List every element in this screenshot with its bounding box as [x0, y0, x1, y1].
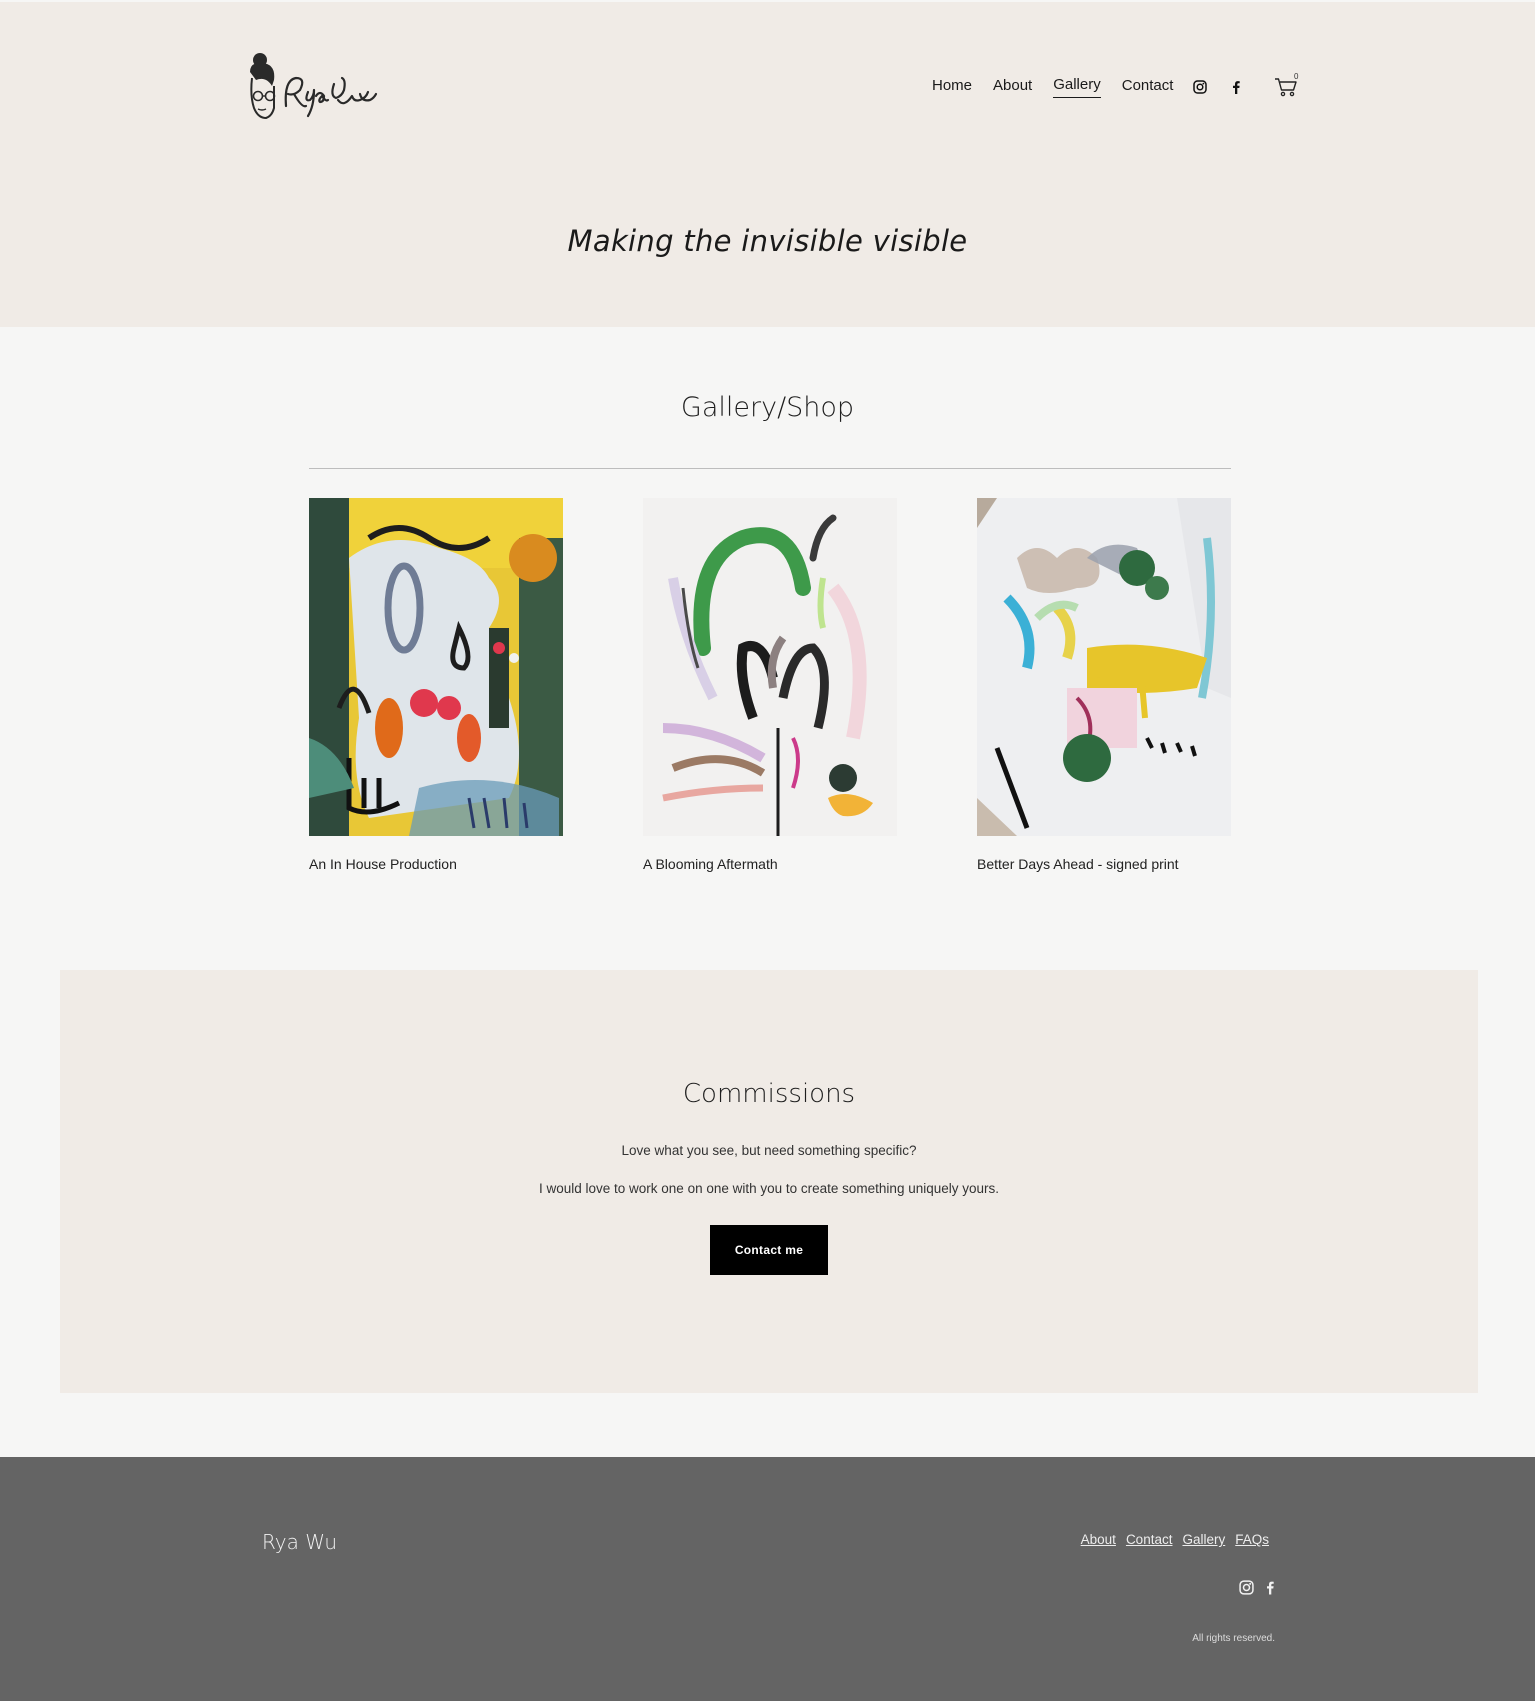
site-logo[interactable]: [244, 50, 380, 124]
commissions-line-2: I would love to work one on one with you…: [538, 1181, 999, 1196]
instagram-icon[interactable]: [1238, 1579, 1254, 1595]
header-band: [0, 2, 1535, 327]
footer-link-contact[interactable]: Contact: [1126, 1532, 1173, 1547]
gallery-item-title[interactable]: A Blooming Aftermath: [643, 856, 897, 872]
footer-link-faqs[interactable]: FAQs: [1235, 1532, 1269, 1547]
gallery-item[interactable]: An In House Production: [309, 498, 563, 872]
footer-rights: All rights reserved.: [1192, 1633, 1275, 1644]
gallery-item[interactable]: A Blooming Aftermath: [643, 498, 897, 872]
nav-home[interactable]: Home: [932, 77, 972, 98]
facebook-icon[interactable]: [1262, 1579, 1278, 1595]
commissions-line-1: Love what you see, but need something sp…: [621, 1143, 917, 1158]
gallery-divider: [309, 468, 1231, 469]
artwork-image[interactable]: [643, 498, 897, 836]
facebook-icon[interactable]: [1228, 79, 1244, 95]
gallery-item-title[interactable]: An In House Production: [309, 856, 563, 872]
gallery-item[interactable]: Better Days Ahead - signed print: [977, 498, 1231, 872]
nav-contact[interactable]: Contact: [1122, 77, 1174, 98]
instagram-icon[interactable]: [1192, 79, 1208, 95]
commissions-section: Commissions Love what you see, but need …: [60, 970, 1478, 1393]
footer-brand[interactable]: Rya Wu: [262, 1530, 337, 1554]
commissions-title: Commissions: [682, 1079, 856, 1109]
artwork-image[interactable]: [977, 498, 1231, 836]
nav-gallery[interactable]: Gallery: [1053, 76, 1101, 98]
site-footer: Rya Wu About Contact Gallery FAQs All ri…: [0, 1457, 1535, 1701]
footer-link-about[interactable]: About: [1081, 1532, 1116, 1547]
artwork-image[interactable]: [309, 498, 563, 836]
header-social: [1192, 79, 1244, 95]
hero-tagline: Making the invisible visible: [567, 224, 968, 258]
footer-link-gallery[interactable]: Gallery: [1182, 1532, 1225, 1547]
contact-me-button[interactable]: Contact me: [710, 1225, 828, 1275]
gallery-item-title[interactable]: Better Days Ahead - signed print: [977, 856, 1231, 872]
footer-links: About Contact Gallery FAQs: [1071, 1532, 1269, 1547]
gallery-title: Gallery/Shop: [680, 392, 855, 423]
footer-social: [1238, 1579, 1278, 1595]
main-nav: Home About Gallery Contact: [932, 76, 1173, 98]
cart-count: 0: [1294, 72, 1299, 81]
nav-about[interactable]: About: [993, 77, 1032, 98]
